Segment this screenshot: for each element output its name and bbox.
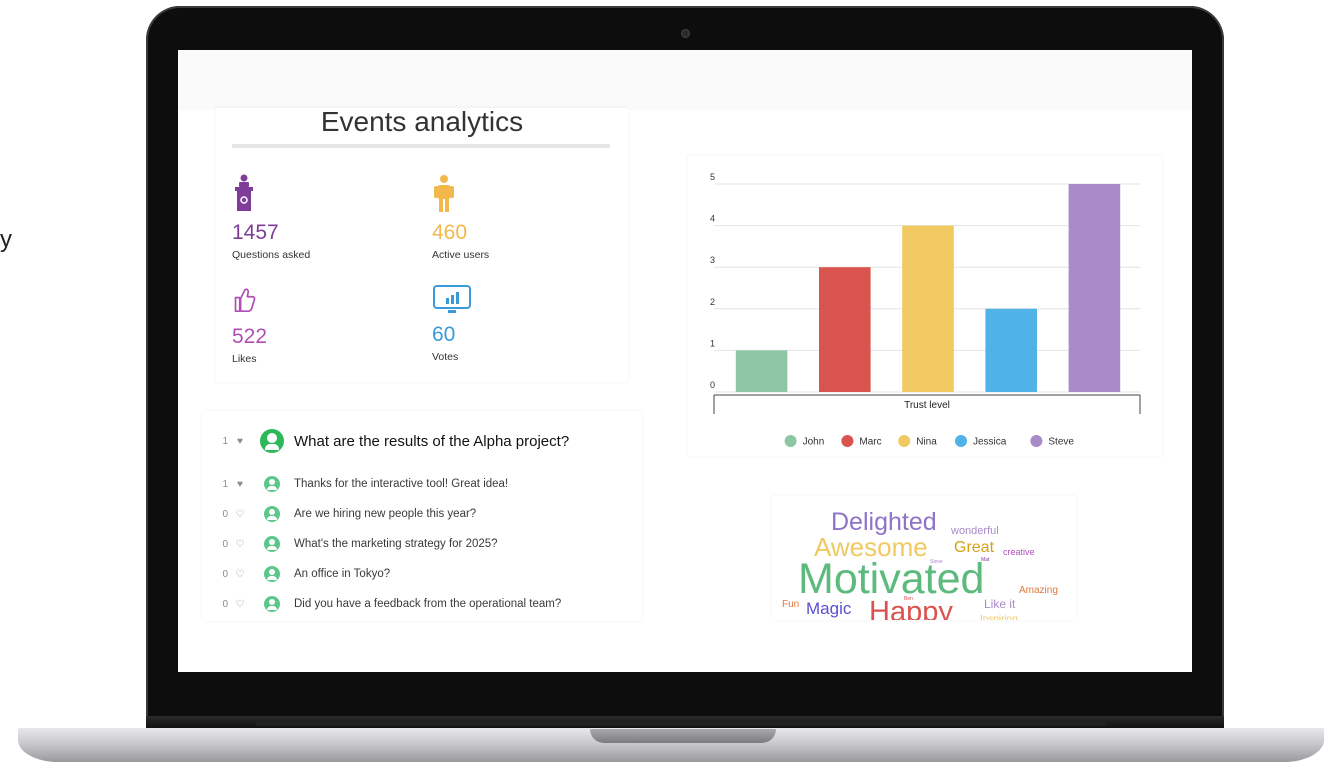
like-count: 1 — [222, 478, 228, 490]
legend-label: Nina — [916, 437, 937, 448]
like-count: 0 — [222, 508, 228, 520]
poll-monitor-icon — [433, 285, 471, 313]
legend-swatch-john — [784, 435, 797, 447]
laptop-screen: Events analytics 1457 Questions asked 46… — [178, 50, 1192, 672]
person-icon — [434, 175, 454, 212]
question-row[interactable]: 0 ♡ What's the marketing strategy for 2025… — [202, 532, 498, 556]
y-tick-label: 4 — [710, 214, 715, 224]
trust-level-bar-chart: 0 1 2 3 4 5 Trust level John Marc Nina Jessica Stev… — [710, 172, 1141, 448]
analytics-title: Events analytics — [320, 106, 524, 137]
cloud-word: Great — [954, 539, 995, 556]
question-text: Did you have a feedback from the operati… — [294, 598, 562, 610]
webcam-icon — [682, 30, 689, 37]
cloud-word: Like it — [984, 597, 1016, 611]
heart-filled-icon[interactable]: ♥ — [232, 479, 248, 490]
podium-icon — [235, 174, 253, 211]
x-axis-label: Trust level — [904, 400, 950, 411]
thumbs-up-icon — [234, 288, 256, 313]
stat-value: 1457 — [232, 221, 279, 244]
cropped-text-fragment: y — [0, 226, 12, 253]
events-analytics-panel: Events analytics 1457 Questions asked 46… — [216, 108, 628, 382]
stat-value: 60 — [432, 323, 456, 346]
heart-outline-icon[interactable]: ♡ — [232, 539, 248, 550]
like-count: 0 — [222, 538, 228, 550]
question-text: Are we hiring new people this year? — [294, 508, 477, 520]
y-tick-label: 1 — [710, 338, 715, 348]
stat-label: Active users — [432, 249, 490, 261]
user-avatar-icon — [264, 536, 280, 552]
y-tick-label: 2 — [710, 297, 715, 307]
question-text: What's the marketing strategy for 2025? — [294, 538, 498, 550]
cloud-word: Magic — [806, 599, 852, 618]
stat-label: Votes — [432, 351, 459, 363]
y-tick-label: 5 — [710, 172, 715, 182]
bar-steve — [1068, 184, 1121, 392]
heart-outline-icon[interactable]: ♡ — [232, 569, 248, 580]
cloud-word: wonderful — [951, 525, 999, 537]
like-count: 0 — [222, 598, 228, 610]
stat-active-users: 460 Active users — [432, 174, 612, 261]
user-avatar-icon — [264, 476, 280, 492]
questions-panel: 1 ♥ What are the results of the Alpha proj… — [202, 411, 642, 621]
question-row[interactable]: 1 ♥ Thanks for the interactive tool! Great… — [202, 472, 508, 496]
stat-questions-asked: 1457 Questions asked — [232, 174, 412, 261]
y-tick-label: 3 — [710, 255, 715, 265]
legend-label: Steve — [1048, 437, 1074, 448]
legend-swatch-jessica — [955, 435, 967, 447]
question-text: An office in Tokyo? — [294, 568, 391, 580]
featured-question-row[interactable]: 1 ♥ What are the results of the Alpha proj… — [202, 429, 569, 453]
user-avatar-icon — [264, 596, 280, 612]
legend-label: Marc — [859, 437, 881, 448]
trust-level-chart-panel: 0 1 2 3 4 5 Trust level John Marc Nina Jessica Stev… — [688, 156, 1162, 456]
y-tick-label: 0 — [710, 380, 715, 390]
title-divider — [232, 144, 610, 148]
screen-header-band — [178, 50, 1192, 110]
question-text: Thanks for the interactive tool! Great i… — [294, 478, 509, 490]
question-text: What are the results of the Alpha projec… — [294, 432, 570, 450]
bar-nina — [902, 225, 954, 392]
legend-swatch-nina — [898, 435, 911, 447]
laptop-hinge-line — [256, 722, 1106, 726]
user-avatar-icon — [264, 506, 280, 522]
stat-label: Questions asked — [232, 249, 311, 261]
laptop-notch — [590, 729, 776, 743]
word-cloud-panel: Delighted wonderful Awesome Great creative St… — [772, 496, 1076, 620]
cloud-word: Happy — [869, 596, 953, 621]
cloud-word: Motivated — [798, 555, 985, 603]
stat-value: 460 — [432, 221, 468, 244]
stat-value: 522 — [232, 325, 268, 348]
legend-swatch-marc — [841, 435, 854, 447]
cloud-word: creative — [1003, 547, 1035, 557]
stat-votes: 60 Votes — [432, 284, 612, 363]
legend-label: John — [803, 437, 825, 448]
legend-swatch-steve — [1030, 435, 1043, 447]
heart-outline-icon[interactable]: ♡ — [232, 599, 248, 610]
user-avatar-icon — [264, 566, 280, 582]
legend-label: Jessica — [973, 437, 1007, 448]
like-count: 1 — [222, 435, 228, 447]
bar-marc — [819, 267, 871, 392]
cloud-word: Amazing — [1019, 585, 1058, 596]
stat-label: Likes — [232, 353, 257, 365]
stat-likes: 522 Likes — [232, 284, 412, 365]
heart-outline-icon[interactable]: ♡ — [232, 509, 248, 520]
like-count: 0 — [222, 568, 228, 580]
cloud-word: Inspiring — [980, 614, 1018, 621]
question-row[interactable]: 0 ♡ An office in Tokyo? — [202, 562, 390, 586]
cloud-word: Fun — [782, 599, 800, 610]
bar-jessica — [985, 308, 1037, 392]
user-avatar-icon — [260, 429, 284, 453]
question-row[interactable]: 0 ♡ Are we hiring new people this year? — [202, 502, 476, 526]
heart-filled-icon[interactable]: ♥ — [232, 436, 248, 447]
question-row[interactable]: 0 ♡ Did you have a feedback from the opera… — [202, 592, 561, 616]
bar-john — [735, 350, 788, 392]
